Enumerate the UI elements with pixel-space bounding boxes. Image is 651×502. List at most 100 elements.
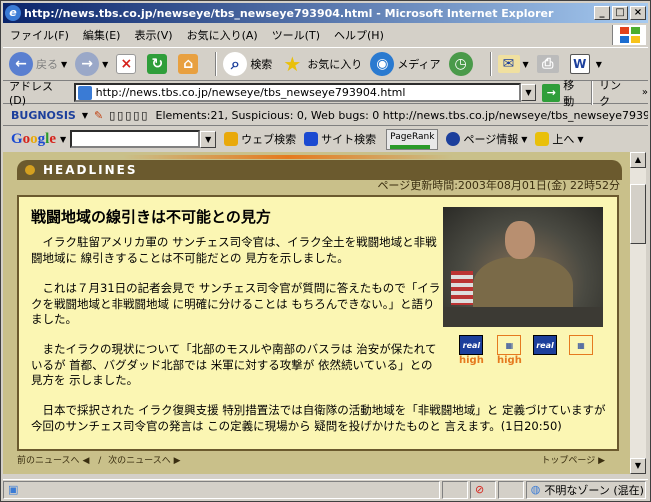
top-page-link[interactable]: トップページ [541, 456, 595, 466]
bugnosis-toolbar: BUGNOSIS ▼ ✎ ▯▯▯▯▯ Elements:21, Suspicio… [3, 105, 648, 126]
stop-icon: × [116, 54, 137, 74]
chevron-right-icon[interactable]: » [642, 87, 648, 98]
chevron-down-icon[interactable]: ▼ [102, 60, 108, 69]
article-paragraph: イラク駐留アメリカ軍の サンチェス司令官は、イラク全土を戦闘地域と非戦闘地域に … [31, 235, 437, 265]
status-secure [497, 480, 524, 499]
menu-help[interactable]: ヘルプ(H) [327, 27, 391, 43]
scroll-up-button[interactable]: ▲ [630, 152, 646, 168]
scroll-thumb[interactable] [630, 184, 646, 244]
chevron-down-icon[interactable]: ▼ [596, 60, 602, 69]
page-info-button[interactable]: ページ情報 ▼ [446, 131, 527, 147]
star-icon: ★ [283, 52, 302, 76]
google-toolbar: Google ▼ ▼ ウェブ検索 サイト検索 PageRank ページ情報 ▼ … [3, 127, 648, 151]
print-button[interactable]: ⎙ [536, 55, 562, 73]
menu-tools[interactable]: ツール(T) [265, 27, 327, 43]
google-search-input[interactable] [70, 130, 201, 148]
google-search-dropdown[interactable]: ▼ [200, 130, 217, 148]
menu-edit[interactable]: 編集(E) [76, 27, 128, 43]
photo-desk [443, 307, 603, 327]
real-high-video-link[interactable]: real high [459, 335, 484, 366]
address-bar: アドレス(D) http://news.tbs.co.jp/newseye/tb… [3, 79, 648, 108]
chevron-down-icon[interactable]: ▼ [60, 135, 66, 144]
mail-button[interactable]: ✉ ▼ [497, 55, 529, 73]
page-info-label: ページ情報 [463, 133, 519, 146]
windows-media-icon: ▦ [497, 335, 522, 355]
address-input[interactable]: http://news.tbs.co.jp/newseye/tbs_newsey… [73, 83, 521, 102]
browser-window: e http://news.tbs.co.jp/newseye/tbs_news… [0, 0, 651, 502]
search-icon: ⌕ [223, 52, 248, 76]
word-edit-icon: W [569, 54, 590, 74]
real-video-link[interactable]: real [533, 335, 557, 355]
next-arrow-icon: ▶ [173, 456, 181, 466]
toolbar-separator [215, 52, 218, 76]
realplayer-icon: real [459, 335, 484, 355]
realplayer-icon: real [533, 335, 557, 355]
media-quality-label: high [459, 355, 484, 366]
web-search-button[interactable]: ウェブ検索 [224, 131, 296, 147]
wmp-high-video-link[interactable]: ▦ high [497, 335, 522, 366]
bugnosis-brand[interactable]: BUGNOSIS [3, 109, 82, 122]
bug-slots-icon: ▯▯▯▯▯ [109, 108, 150, 122]
back-label: 戻る [36, 58, 58, 71]
menu-file[interactable]: ファイル(F) [3, 27, 76, 43]
next-news-link[interactable]: 次のニュースへ [108, 456, 171, 466]
status-progress [442, 480, 469, 499]
favorites-button[interactable]: ★ お気に入り [280, 52, 362, 76]
folder-up-icon [535, 132, 550, 146]
stop-button[interactable]: × [116, 54, 139, 74]
history-button[interactable]: ◷ [448, 52, 476, 76]
prev-news-link[interactable]: 前のニュースへ [17, 456, 80, 466]
chevron-down-icon[interactable]: ▼ [523, 60, 529, 69]
pagerank-indicator[interactable]: PageRank [386, 128, 439, 150]
section-title: HEADLINES [43, 163, 138, 177]
address-dropdown-button[interactable]: ▼ [520, 84, 537, 101]
scroll-down-button[interactable]: ▼ [630, 458, 646, 474]
blocked-icon: ⊘ [475, 483, 485, 496]
search-button[interactable]: ⌕ 検索 [223, 52, 272, 76]
edit-button[interactable]: W ▼ [569, 54, 602, 74]
article-box: 戦闘地域の線引きは不可能との見方 イラク駐留アメリカ軍の サンチェス司令官は、イ… [17, 195, 619, 451]
ie-icon: e [5, 5, 21, 21]
zone-label: 不明なゾーン (混在) [544, 483, 644, 497]
mail-icon: ✉ [497, 55, 520, 73]
status-text: ▣ [3, 480, 441, 499]
forward-button[interactable]: → ▼ [75, 52, 108, 76]
zone-globe-icon: ◍ [530, 483, 541, 496]
home-button[interactable]: ⌂ [178, 54, 201, 74]
menu-bar: ファイル(F) 編集(E) 表示(V) お気に入り(A) ツール(T) ヘルプ(… [3, 25, 648, 45]
article-paragraph: またイラクの現状について「北部のモスルや南部のバスラは 治安が保たれているが 首… [31, 342, 437, 387]
title-bar[interactable]: e http://news.tbs.co.jp/newseye/tbs_news… [3, 3, 648, 23]
links-button[interactable]: リンク [599, 77, 632, 109]
google-logo[interactable]: Google [3, 131, 60, 148]
media-button[interactable]: ◉ メディア [370, 52, 441, 76]
chevron-down-icon[interactable]: ▼ [82, 111, 88, 120]
page-icon [77, 85, 92, 100]
article-paragraph: 日本で採択された イラク復興支援 特別措置法では自衛隊の活動地域を「非戦闘地域」… [31, 403, 606, 433]
page-content: HEADLINES ページ更新時間:2003年08月01日(金) 22時52分 … [3, 152, 630, 474]
vertical-scrollbar[interactable]: ▲ ▼ [630, 152, 646, 474]
web-search-label: ウェブ検索 [241, 133, 297, 146]
maximize-button[interactable]: □ [612, 6, 628, 20]
site-search-label: サイト検索 [321, 133, 377, 146]
refresh-icon: ↻ [147, 54, 168, 74]
up-label: 上へ [552, 133, 575, 146]
chevron-down-icon: ▼ [521, 134, 528, 144]
article-paragraph: これは７月31日の記者会見で サンチェス司令官が質問に答えたもので「イラクを戦闘… [31, 281, 441, 326]
article-navigation: 前のニュースへ ◀ / 次のニュースへ ▶ トップページ ▶ [17, 453, 605, 466]
minimize-button[interactable]: _ [594, 6, 610, 20]
go-button[interactable]: → 移動 [542, 77, 585, 109]
close-button[interactable]: × [630, 6, 646, 20]
site-search-button[interactable]: サイト検索 [304, 131, 376, 147]
up-button[interactable]: 上へ ▼ [535, 131, 584, 147]
menu-favorites[interactable]: お気に入り(A) [180, 27, 265, 43]
chevron-down-icon[interactable]: ▼ [61, 60, 67, 69]
menu-view[interactable]: 表示(V) [127, 27, 179, 43]
history-icon: ◷ [448, 52, 473, 76]
info-icon [446, 132, 461, 146]
back-arrow-icon: ← [9, 52, 33, 76]
security-zone[interactable]: ◍ 不明なゾーン (混在) [525, 480, 647, 499]
back-button[interactable]: ← 戻る ▼ [9, 52, 67, 76]
wmp-video-link[interactable]: ▦ [569, 335, 593, 355]
window-title: http://news.tbs.co.jp/newseye/tbs_newsey… [24, 6, 554, 20]
refresh-button[interactable]: ↻ [147, 54, 170, 74]
